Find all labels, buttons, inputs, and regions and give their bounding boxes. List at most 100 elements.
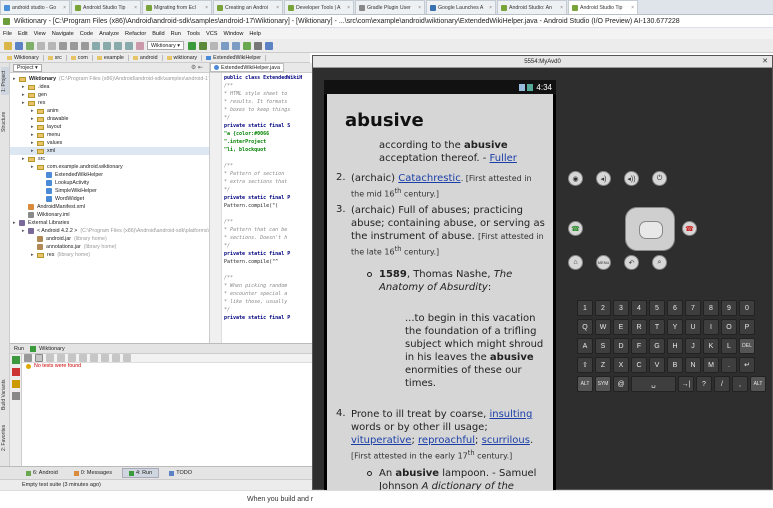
key-l[interactable]: L <box>721 338 737 354</box>
run-panel-config[interactable]: Wiktionary <box>39 346 65 352</box>
link-insulting[interactable]: insulting <box>489 409 532 420</box>
tree-node[interactable]: annotations.jar (library home) <box>10 243 209 251</box>
close-tab-icon[interactable]: × <box>134 5 137 11</box>
key-6[interactable]: 6 <box>667 300 683 316</box>
end-call-icon[interactable]: ☎ <box>682 221 697 236</box>
bottom-tab-run[interactable]: 4: Run <box>121 468 160 478</box>
menu-analyze[interactable]: Analyze <box>96 31 122 37</box>
stop-run-icon[interactable] <box>12 368 20 376</box>
bottom-tab-android[interactable]: 6: Android <box>20 468 64 478</box>
volume-up-icon[interactable]: ◂)) <box>624 171 639 186</box>
key-u[interactable]: U <box>685 319 701 335</box>
key-b[interactable]: B <box>667 357 683 373</box>
panel-options-icon[interactable]: ⚙ ⇤ <box>191 64 203 71</box>
key-r[interactable]: R <box>631 319 647 335</box>
call-icon[interactable]: ☎ <box>568 221 583 236</box>
menu-icon[interactable]: MENU <box>596 255 611 270</box>
browser-tab[interactable]: android studio - Go × <box>0 0 70 14</box>
sort-duration-icon[interactable] <box>57 354 65 362</box>
undo-icon[interactable] <box>37 41 45 50</box>
tree-node[interactable]: Wiktionary.iml <box>10 211 209 219</box>
sdk-manager-icon[interactable] <box>220 41 229 50</box>
key-v[interactable]: V <box>649 357 665 373</box>
tree-node[interactable]: LookupActivity <box>10 179 209 187</box>
tree-node[interactable]: WordWidget <box>10 195 209 203</box>
key-2[interactable]: 2 <box>595 300 611 316</box>
copy-icon[interactable] <box>70 41 78 50</box>
browser-tab[interactable]: Developer Tools | A × <box>284 0 354 14</box>
key-sym[interactable]: , <box>732 376 748 392</box>
key-sym[interactable]: ? <box>696 376 712 392</box>
camera-icon[interactable]: ◉ <box>568 171 583 186</box>
import-tests-icon[interactable] <box>123 354 131 362</box>
key-m[interactable]: M <box>703 357 719 373</box>
key-4[interactable]: 4 <box>631 300 647 316</box>
browser-tab[interactable]: Android Studio: An × <box>497 0 567 14</box>
tree-node[interactable]: SimpleWikiHelper <box>10 187 209 195</box>
menu-refactor[interactable]: Refactor <box>122 31 149 37</box>
tree-node[interactable]: AndroidManifest.xml <box>10 203 209 211</box>
link-reproachful[interactable]: reproachful <box>418 435 475 446</box>
close-icon[interactable]: ✕ <box>762 57 768 65</box>
close-tab-icon[interactable]: × <box>205 5 208 11</box>
key-x[interactable]: X <box>613 357 629 373</box>
key-sym[interactable]: SYM <box>595 376 611 392</box>
breadcrumb-item[interactable]: example <box>93 54 129 61</box>
tree-node[interactable]: ▸ res (library home) <box>10 251 209 259</box>
link-vituperative[interactable]: vituperative <box>351 435 411 446</box>
key-q[interactable]: Q <box>577 319 593 335</box>
bottom-tab-messages[interactable]: 0: Messages <box>68 468 118 478</box>
tree-node[interactable]: ▸ xml <box>10 147 209 155</box>
close-tab-icon[interactable]: × <box>560 5 563 11</box>
key-sym[interactable]: @ <box>613 376 629 392</box>
breadcrumb-item[interactable]: com <box>67 54 93 61</box>
tree-node[interactable]: ▸ drawable <box>10 115 209 123</box>
volume-down-icon[interactable]: ◂) <box>596 171 611 186</box>
run-config-select[interactable]: Wiktionary ▾ <box>147 41 184 50</box>
settings-icon[interactable] <box>112 354 120 362</box>
menu-edit[interactable]: Edit <box>15 31 31 37</box>
next-failure-icon[interactable] <box>101 354 109 362</box>
close-tab-icon[interactable]: × <box>418 5 421 11</box>
make-icon[interactable] <box>136 41 144 50</box>
tree-node[interactable]: ▸ anim <box>10 107 209 115</box>
key-o[interactable]: O <box>721 319 737 335</box>
browser-tab[interactable]: Android Studio Tip × <box>71 0 141 14</box>
browser-tab[interactable]: Gradle Plugin User × <box>355 0 425 14</box>
key-h[interactable]: H <box>667 338 683 354</box>
key-9[interactable]: 9 <box>721 300 737 316</box>
code-editor[interactable]: public class ExtendedWikiH /** * HTML st… <box>222 73 312 343</box>
breadcrumb-item[interactable]: Wiktionary <box>3 54 44 61</box>
tree-node[interactable]: ▸ < Android 4.2.2 > (C:\Program Files (x86… <box>10 227 209 235</box>
search-icon[interactable]: ⌕ <box>652 255 667 270</box>
export-results-icon[interactable] <box>12 380 20 388</box>
key-sym[interactable]: ↵ <box>739 357 755 373</box>
close-tab-icon[interactable]: × <box>631 5 634 11</box>
browser-tab[interactable]: Android Studio Tip × <box>568 0 638 14</box>
key-y[interactable]: Y <box>667 319 683 335</box>
key-n[interactable]: N <box>685 357 701 373</box>
key-8[interactable]: 8 <box>703 300 719 316</box>
close-tab-icon[interactable]: × <box>276 5 279 11</box>
sync-icon[interactable] <box>26 41 34 50</box>
menu-window[interactable]: Window <box>220 31 246 37</box>
editor-tab-extendedwikihelper[interactable]: ExtendedWikiHelper.java <box>210 63 284 72</box>
tree-node[interactable]: ▸ menu <box>10 131 209 139</box>
tree-node[interactable]: ▸ layout <box>10 123 209 131</box>
tree-node[interactable]: ExtendedWikiHelper <box>10 171 209 179</box>
key-sym[interactable]: . <box>721 357 737 373</box>
collapse-all-icon[interactable] <box>79 354 87 362</box>
key-3[interactable]: 3 <box>613 300 629 316</box>
menu-file[interactable]: File <box>0 31 15 37</box>
key-w[interactable]: W <box>595 319 611 335</box>
breadcrumb-item[interactable]: android <box>129 54 163 61</box>
expand-all-icon[interactable] <box>68 354 76 362</box>
tree-node[interactable]: ▸ src <box>10 155 209 163</box>
tree-node[interactable]: ▸ .idea <box>10 83 209 91</box>
key-a[interactable]: A <box>577 338 593 354</box>
sort-alpha-icon[interactable] <box>46 354 54 362</box>
paste-icon[interactable] <box>81 41 89 50</box>
bottom-tab-todo[interactable]: TODO <box>163 468 198 478</box>
browser-tab[interactable]: Google Launches A × <box>426 0 496 14</box>
menu-tools[interactable]: Tools <box>184 31 203 37</box>
